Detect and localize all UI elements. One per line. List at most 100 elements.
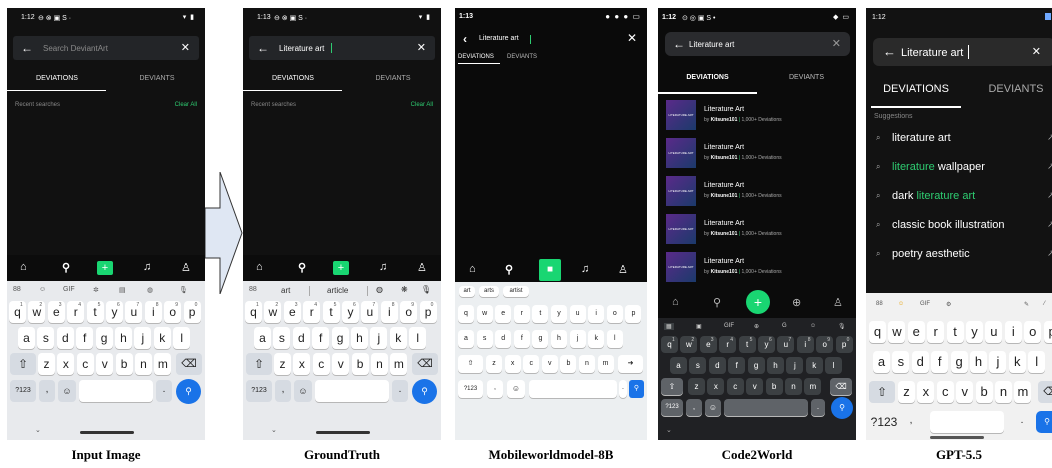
key-q[interactable]: q <box>661 336 678 353</box>
space-key[interactable] <box>315 380 389 402</box>
grid-icon[interactable]: 88 <box>249 286 257 293</box>
key-j[interactable]: j <box>989 351 1007 373</box>
suggestion-chip[interactable]: article <box>327 286 348 295</box>
key-x[interactable]: x <box>707 378 725 395</box>
key-q[interactable]: q <box>869 321 886 343</box>
key-n[interactable]: n <box>135 353 152 375</box>
palette-icon[interactable]: ✎ <box>1024 301 1029 308</box>
key-j[interactable]: j <box>134 327 152 349</box>
key-y[interactable]: y <box>342 301 359 323</box>
mic-icon[interactable]: 🎙 <box>179 286 188 294</box>
search-icon[interactable]: ⚲ <box>505 263 513 276</box>
emoji-key[interactable]: ☺ <box>294 380 312 402</box>
search-icon[interactable]: ⚲ <box>62 261 70 274</box>
gif-button[interactable]: GIF <box>920 301 930 307</box>
key-t[interactable]: t <box>738 336 756 353</box>
key-m[interactable]: m <box>804 378 822 395</box>
key-h[interactable]: h <box>115 327 132 349</box>
key-w[interactable]: w <box>476 305 493 323</box>
key-j[interactable]: j <box>786 357 804 374</box>
key-p[interactable]: p <box>625 305 642 323</box>
key-e[interactable]: e <box>495 305 512 323</box>
key-o[interactable]: o <box>400 301 418 323</box>
backspace-key[interactable]: ⌫ <box>176 353 202 375</box>
key-l[interactable]: l <box>606 330 623 348</box>
search-icon[interactable]: ⚲ <box>713 296 721 309</box>
key-a[interactable]: a <box>458 330 474 348</box>
tab-deviations[interactable]: DEVIATIONS <box>458 54 494 60</box>
add-button[interactable]: + <box>746 290 770 314</box>
key-v[interactable]: v <box>332 353 350 375</box>
key-d[interactable]: d <box>911 351 929 373</box>
suggestion-chip[interactable]: arts <box>479 286 499 297</box>
key-n[interactable]: n <box>995 381 1012 403</box>
key-w[interactable]: w <box>28 301 46 323</box>
result-title[interactable]: Literature Art <box>704 220 744 227</box>
search-input[interactable]: Literature art <box>901 47 963 59</box>
tab-deviations[interactable]: DEVIATIONS <box>866 83 966 95</box>
key-s[interactable]: s <box>476 330 493 348</box>
key-l[interactable]: l <box>825 357 843 374</box>
key-u[interactable]: u <box>569 305 586 323</box>
back-arrow-icon[interactable]: ← <box>673 37 685 51</box>
suggestion-item[interactable]: classic book illustration <box>892 219 1005 231</box>
key-r[interactable]: r <box>927 321 945 343</box>
comma-key[interactable]: , <box>686 399 702 416</box>
profile-icon[interactable]: ♙ <box>181 261 191 274</box>
key-r[interactable]: r <box>513 305 530 323</box>
search-bar[interactable]: ‹ Literature art ✕ <box>461 30 641 50</box>
suggestion-item[interactable]: literature wallpaper <box>892 161 985 173</box>
clear-all-button[interactable]: Clear All <box>411 102 433 108</box>
comma-key[interactable]: , <box>904 411 918 433</box>
key-b[interactable]: b <box>975 381 993 403</box>
sticker-icon[interactable]: ❋ <box>401 285 408 294</box>
key-r[interactable]: r <box>303 301 321 323</box>
key-x[interactable]: x <box>57 353 75 375</box>
key-z[interactable]: z <box>486 355 502 373</box>
key-b[interactable]: b <box>115 353 133 375</box>
key-y[interactable]: y <box>106 301 123 323</box>
grid-icon[interactable]: ▦ <box>664 323 674 330</box>
result-thumbnail[interactable]: LITERATURE ART <box>666 252 696 282</box>
clear-all-button[interactable]: Clear All <box>175 102 197 108</box>
grid-icon[interactable]: 88 <box>876 301 883 307</box>
emoji-icon[interactable]: ☺ <box>810 323 816 329</box>
key-c[interactable]: c <box>76 353 94 375</box>
key-v[interactable]: v <box>956 381 974 403</box>
arrow-up-left-icon[interactable]: ↗ <box>1047 190 1052 201</box>
search-bar[interactable]: ← Literature art ✕ <box>873 38 1052 66</box>
suggestion-item[interactable]: dark literature art <box>892 190 975 202</box>
symbols-key[interactable]: ?123 <box>869 411 899 433</box>
result-user[interactable]: Kitsune101 <box>711 155 738 161</box>
search-bar[interactable]: ← Search DeviantArt ✕ <box>13 36 199 60</box>
key-t[interactable]: t <box>322 301 340 323</box>
key-o[interactable]: o <box>164 301 182 323</box>
key-q[interactable]: q <box>9 301 26 323</box>
key-j[interactable]: j <box>370 327 388 349</box>
home-icon[interactable]: ⌂ <box>672 296 679 308</box>
key-a[interactable]: a <box>873 351 890 373</box>
key-s[interactable]: s <box>37 327 55 349</box>
symbols-key[interactable]: ?123 <box>246 380 272 402</box>
key-w[interactable]: w <box>888 321 906 343</box>
key-x[interactable]: x <box>293 353 311 375</box>
close-icon[interactable]: ✕ <box>832 37 841 50</box>
key-z[interactable]: z <box>38 353 55 375</box>
back-arrow-icon[interactable]: ‹ <box>463 32 467 46</box>
key-h[interactable]: h <box>551 330 567 348</box>
add-button[interactable]: ■ <box>539 259 561 281</box>
search-bar[interactable]: ← Literature art ✕ <box>665 32 850 56</box>
key-u[interactable]: u <box>361 301 379 323</box>
backspace-key[interactable]: ➜ <box>618 355 643 373</box>
search-key[interactable]: ⚲ <box>412 379 437 404</box>
translate-icon[interactable]: ▤ <box>119 286 126 294</box>
key-d[interactable]: d <box>495 330 512 348</box>
key-m[interactable]: m <box>1014 381 1032 403</box>
close-icon[interactable]: ✕ <box>181 41 190 54</box>
key-z[interactable]: z <box>898 381 915 403</box>
profile-icon[interactable]: ♙ <box>618 263 628 276</box>
home-icon[interactable]: ⌂ <box>20 261 27 273</box>
emoji-icon[interactable]: ☺ <box>898 301 904 307</box>
space-key[interactable] <box>930 411 1004 433</box>
translate-icon[interactable]: G <box>782 323 787 329</box>
